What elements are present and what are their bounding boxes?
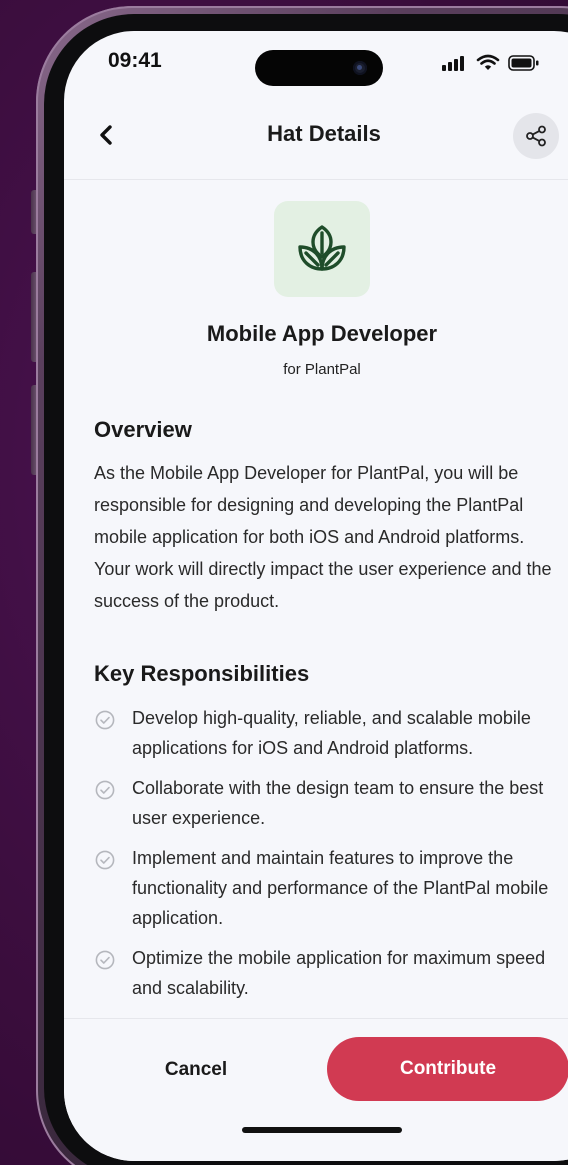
action-bar: Cancel Contribute <box>64 1018 568 1161</box>
leaves-icon <box>298 225 346 271</box>
responsibilities-list: Develop high-quality, reliable, and scal… <box>94 703 568 1013</box>
dynamic-island <box>255 50 383 86</box>
home-indicator[interactable] <box>242 1127 402 1133</box>
list-item: Collaborate with the design team to ensu… <box>94 773 568 833</box>
responsibility-text: Develop high-quality, reliable, and scal… <box>132 708 531 758</box>
battery-icon <box>508 55 539 71</box>
list-item: Optimize the mobile application for maxi… <box>94 943 568 1003</box>
contribute-button[interactable]: Contribute <box>327 1037 568 1101</box>
responsibilities-heading: Key Responsibilities <box>94 661 310 686</box>
check-circle-icon <box>95 850 115 870</box>
header-divider <box>64 179 568 180</box>
page-title: Hat Details <box>267 121 381 146</box>
hat-subtitle: for PlantPal <box>283 361 361 378</box>
wifi-icon <box>476 54 500 70</box>
chevron-left-icon <box>100 125 112 145</box>
status-time: 09:41 <box>108 49 162 72</box>
camera-icon <box>353 61 367 75</box>
responsibility-text: Collaborate with the design team to ensu… <box>132 778 544 828</box>
check-circle-icon <box>95 710 115 730</box>
status-icons <box>442 53 542 73</box>
check-circle-icon <box>95 950 115 970</box>
nav-header: Hat Details <box>64 101 568 181</box>
check-circle-icon <box>95 780 115 800</box>
list-item: Implement and maintain features to impro… <box>94 843 568 933</box>
list-item: Develop high-quality, reliable, and scal… <box>94 703 568 763</box>
app-showcase: 09:41 Hat Details Mobile App Developer f… <box>0 0 568 1165</box>
cancel-button[interactable]: Cancel <box>136 1039 256 1101</box>
responsibility-text: Optimize the mobile application for maxi… <box>132 948 546 998</box>
share-button[interactable] <box>513 113 559 159</box>
hat-title: Mobile App Developer <box>206 321 438 346</box>
back-button[interactable] <box>96 115 136 155</box>
overview-text: As the Mobile App Developer for PlantPal… <box>94 463 552 611</box>
overview-heading: Overview <box>94 417 192 442</box>
hat-logo <box>274 201 370 297</box>
responsibility-text: Implement and maintain features to impro… <box>132 848 549 928</box>
share-icon <box>526 125 546 147</box>
phone-screen: 09:41 Hat Details Mobile App Developer f… <box>64 31 568 1161</box>
